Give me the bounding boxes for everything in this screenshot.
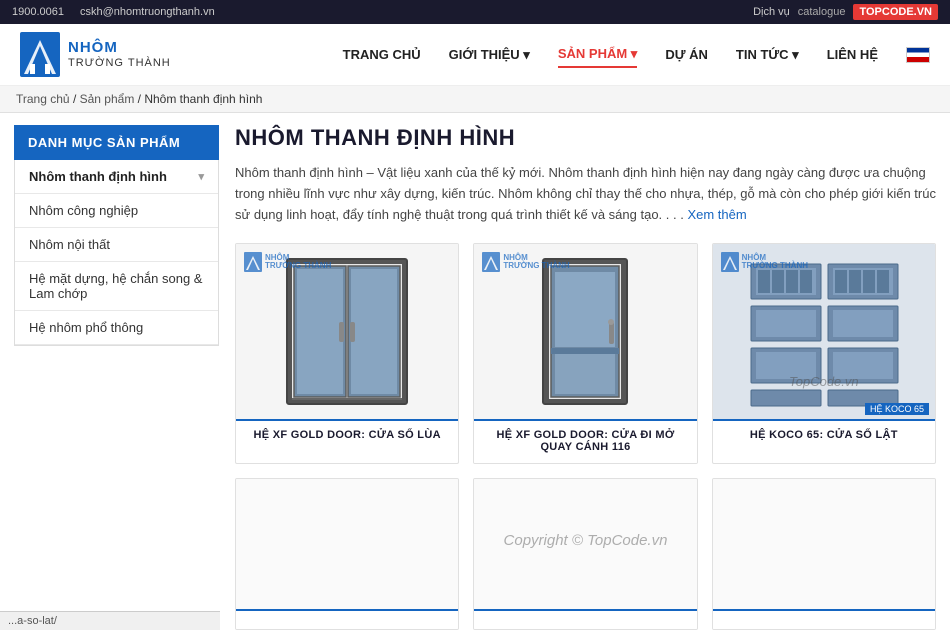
product-image-2: NHÔMTRƯỜNG THÀNH <box>474 244 696 419</box>
email-address[interactable]: cskh@nhomtruongthanh.vn <box>80 6 215 18</box>
sidebar-item-label: Nhôm công nghiệp <box>29 203 138 218</box>
service-label: Dịch vụ <box>753 6 790 18</box>
chevron-down-icon: ▾ <box>198 170 204 183</box>
language-flag[interactable] <box>906 47 930 63</box>
product-label-6 <box>713 609 935 629</box>
sidebar-item-nhom-thanh-dinh-hinh[interactable]: Nhôm thanh định hình ▾ <box>15 160 218 194</box>
product-label-4 <box>236 609 458 629</box>
brand-sub: TRƯỜNG THÀNH <box>68 57 171 70</box>
product-grid: NHÔMTRƯỜNG THÀNH <box>235 243 936 630</box>
see-more-link[interactable]: Xem thêm <box>687 207 746 222</box>
sidebar-item-label: Hệ nhôm phổ thông <box>29 320 143 335</box>
header: NHÔM TRƯỜNG THÀNH TRANG CHỦ GIỚI THIỆU ▾… <box>0 24 950 86</box>
product-card-4[interactable] <box>235 478 459 630</box>
breadcrumb: Trang chủ / Sản phẩm / Nhôm thanh định h… <box>0 86 950 113</box>
logo: NHÔM TRƯỜNG THÀNH <box>20 32 171 77</box>
sidebar-item-nhom-cong-nghiep[interactable]: Nhôm công nghiệp <box>15 194 218 228</box>
nav-gioi-thieu[interactable]: GIỚI THIỆU ▾ <box>449 43 530 67</box>
sidebar-item-label: Hệ mặt dựng, hệ chắn song & Lam chớp <box>29 271 204 301</box>
breadcrumb-home[interactable]: Trang chủ <box>16 92 70 106</box>
product-watermark-1: NHÔMTRƯỜNG THÀNH <box>244 252 331 272</box>
product-watermark-2: NHÔMTRƯỜNG THÀNH <box>482 252 569 272</box>
sidebar-title: DANH MỤC SẢN PHẨM <box>14 125 219 160</box>
main-nav: TRANG CHỦ GIỚI THIỆU ▾ SẢN PHẨM ▾ DỰ ÁN … <box>343 42 930 68</box>
koco-tag: HỆ KOCO 65 <box>865 403 929 415</box>
nav-lien-he[interactable]: LIÊN HỆ <box>827 43 878 66</box>
nav-san-pham[interactable]: SẢN PHẨM ▾ <box>558 42 637 68</box>
sidebar: DANH MỤC SẢN PHẨM Nhôm thanh định hình ▾… <box>14 125 219 630</box>
sidebar-menu: Nhôm thanh định hình ▾ Nhôm công nghiệp … <box>14 160 219 346</box>
top-bar-right: Dịch vụ catalogue TOPCODE.VN <box>753 4 938 20</box>
sidebar-item-nhom-noi-that[interactable]: Nhôm nội thất <box>15 228 218 262</box>
phone-number[interactable]: 1900.0061 <box>12 6 64 18</box>
product-card-5[interactable]: Copyright © TopCode.vn <box>473 478 697 630</box>
door-sliding-svg <box>282 254 412 409</box>
content-area: NHÔM THANH ĐỊNH HÌNH Nhôm thanh định hìn… <box>235 125 936 630</box>
catalogue-link[interactable]: catalogue <box>798 6 846 18</box>
sidebar-item-label: Nhôm nội thất <box>29 237 110 252</box>
copyright-text: Copyright © TopCode.vn <box>504 532 668 549</box>
breadcrumb-current: Nhôm thanh định hình <box>144 92 262 106</box>
product-image-5: Copyright © TopCode.vn <box>474 479 696 609</box>
top-bar: 1900.0061 cskh@nhomtruongthanh.vn Dịch v… <box>0 0 950 24</box>
aluminium-section-svg <box>746 254 901 409</box>
nav-tin-tuc[interactable]: TIN TỨC ▾ <box>736 43 799 67</box>
product-image-1: NHÔMTRƯỜNG THÀNH <box>236 244 458 419</box>
logo-text: NHÔM TRƯỜNG THÀNH <box>68 39 171 70</box>
logo-icon <box>20 32 60 77</box>
sidebar-item-he-nhom-pho-thong[interactable]: Hệ nhôm phổ thông <box>15 311 218 345</box>
top-bar-left: 1900.0061 cskh@nhomtruongthanh.vn <box>12 6 215 18</box>
nav-trang-chu[interactable]: TRANG CHỦ <box>343 43 421 66</box>
product-card-6[interactable] <box>712 478 936 630</box>
product-card-1[interactable]: NHÔMTRƯỜNG THÀNH <box>235 243 459 464</box>
page-title: NHÔM THANH ĐỊNH HÌNH <box>235 125 936 151</box>
sidebar-item-he-mat-dung[interactable]: Hệ mặt dựng, hệ chắn song & Lam chớp <box>15 262 218 311</box>
main-layout: DANH MỤC SẢN PHẨM Nhôm thanh định hình ▾… <box>0 113 950 642</box>
brand-name: NHÔM <box>68 39 171 57</box>
product-image-3: NHÔMTRƯỜNG THÀNH <box>713 244 935 419</box>
breadcrumb-parent[interactable]: Sản phẩm <box>80 92 135 106</box>
topcode-badge[interactable]: TOPCODE.VN <box>853 4 938 20</box>
product-label-1: HỆ XF GOLD DOOR: CỬA SỔ LÙA <box>236 419 458 451</box>
product-card-3[interactable]: NHÔMTRƯỜNG THÀNH <box>712 243 936 464</box>
product-image-6 <box>713 479 935 609</box>
product-card-2[interactable]: NHÔMTRƯỜNG THÀNH <box>473 243 697 464</box>
nav-du-an[interactable]: DỰ ÁN <box>665 43 708 66</box>
sidebar-item-label: Nhôm thanh định hình <box>29 169 167 184</box>
product-watermark-3: NHÔMTRƯỜNG THÀNH <box>721 252 808 272</box>
url-bar: ...a-so-lat/ <box>0 611 220 630</box>
product-image-4 <box>236 479 458 609</box>
product-label-2: HỆ XF GOLD DOOR: CỬA ĐI MỞ QUAY CÁNH 116 <box>474 419 696 463</box>
product-label-3: HỆ KOCO 65: CỬA SỔ LẬT <box>713 419 935 451</box>
product-label-5 <box>474 609 696 629</box>
door-swing-svg <box>535 254 635 409</box>
content-description: Nhôm thanh định hình – Vật liệu xanh của… <box>235 163 936 225</box>
